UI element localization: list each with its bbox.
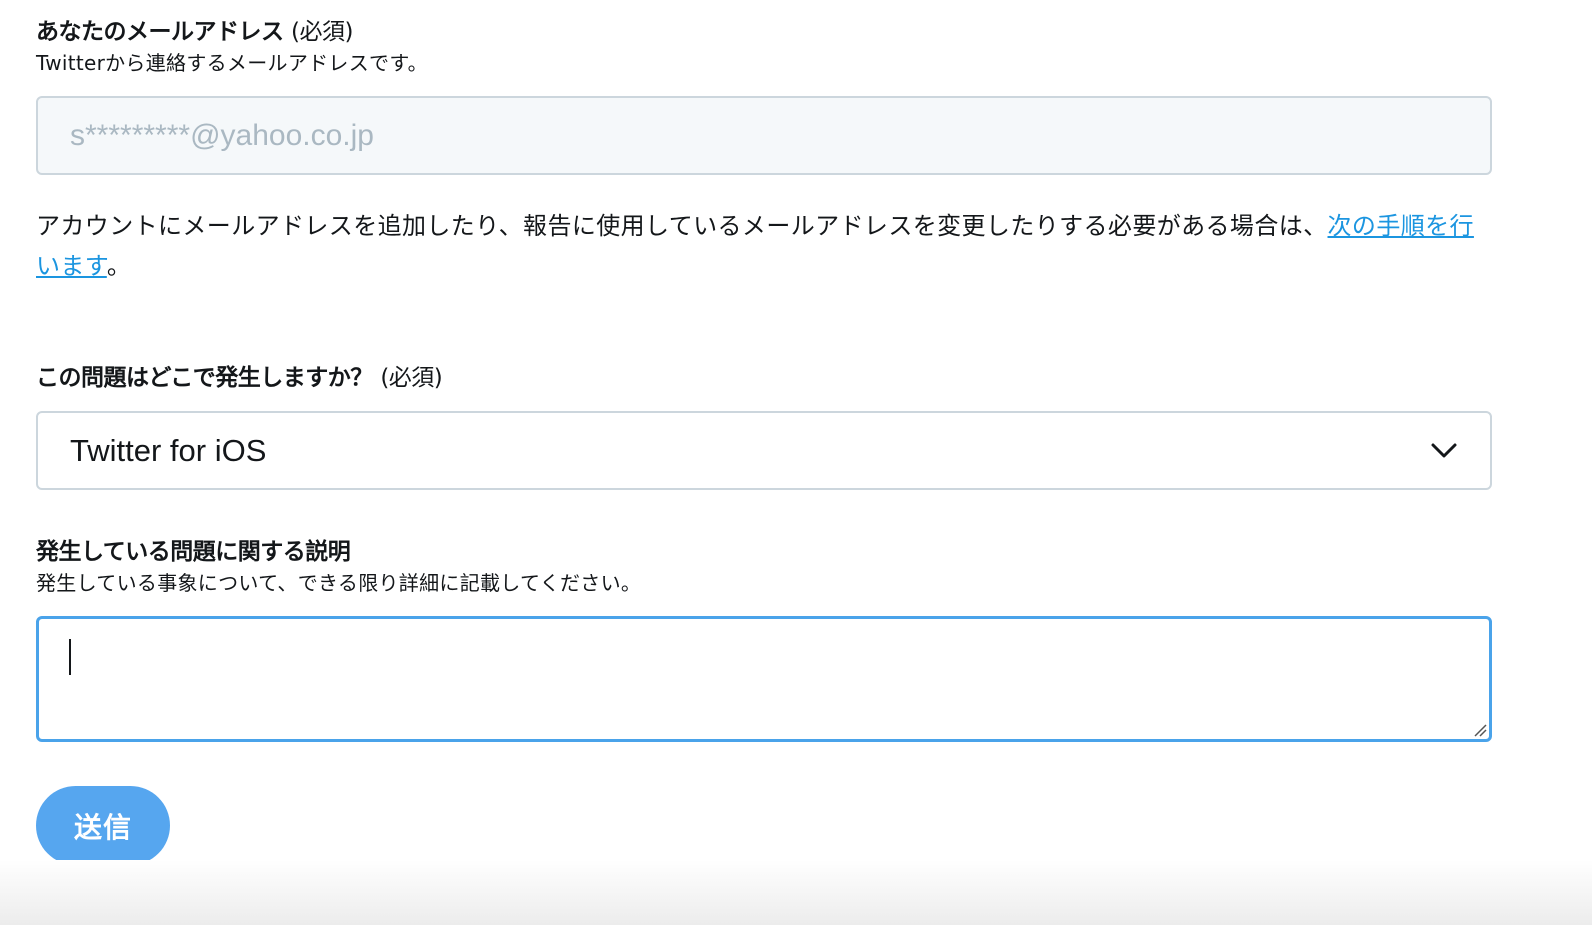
email-required-label: (必須) [291,19,353,45]
email-section: あなたのメールアドレス (必須) Twitterから連絡するメールアドレスです。 [36,16,428,78]
description-textarea[interactable] [36,616,1492,742]
email-field: s*********@yahoo.co.jp [36,96,1492,175]
page-bottom-shade [0,860,1592,925]
submit-button[interactable]: 送信 [36,786,170,865]
location-required-label: (必須) [380,365,443,391]
email-title: あなたのメールアドレス (必須) [36,19,353,45]
location-select-value: Twitter for iOS [70,432,267,468]
location-select[interactable]: Twitter for iOS [36,411,1492,490]
location-section: この問題はどこで発生しますか？ (必須) [36,362,443,394]
description-section: 発生している問題に関する説明 発生している事象について、できる限り詳細に記載して… [36,536,641,598]
email-subtitle: Twitterから連絡するメールアドレスです。 [36,51,428,75]
location-title: この問題はどこで発生しますか？ (必須) [36,365,443,391]
chevron-down-icon [1431,443,1457,457]
resize-grip-icon[interactable] [1473,723,1487,737]
description-subtitle: 発生している事象について、できる限り詳細に記載してください。 [36,571,642,595]
description-title: 発生している問題に関する説明 [36,539,351,565]
text-caret [69,639,71,675]
email-change-notice: アカウントにメールアドレスを追加したり、報告に使用しているメールアドレスを変更し… [36,212,1474,280]
email-field-value: s*********@yahoo.co.jp [70,118,374,152]
